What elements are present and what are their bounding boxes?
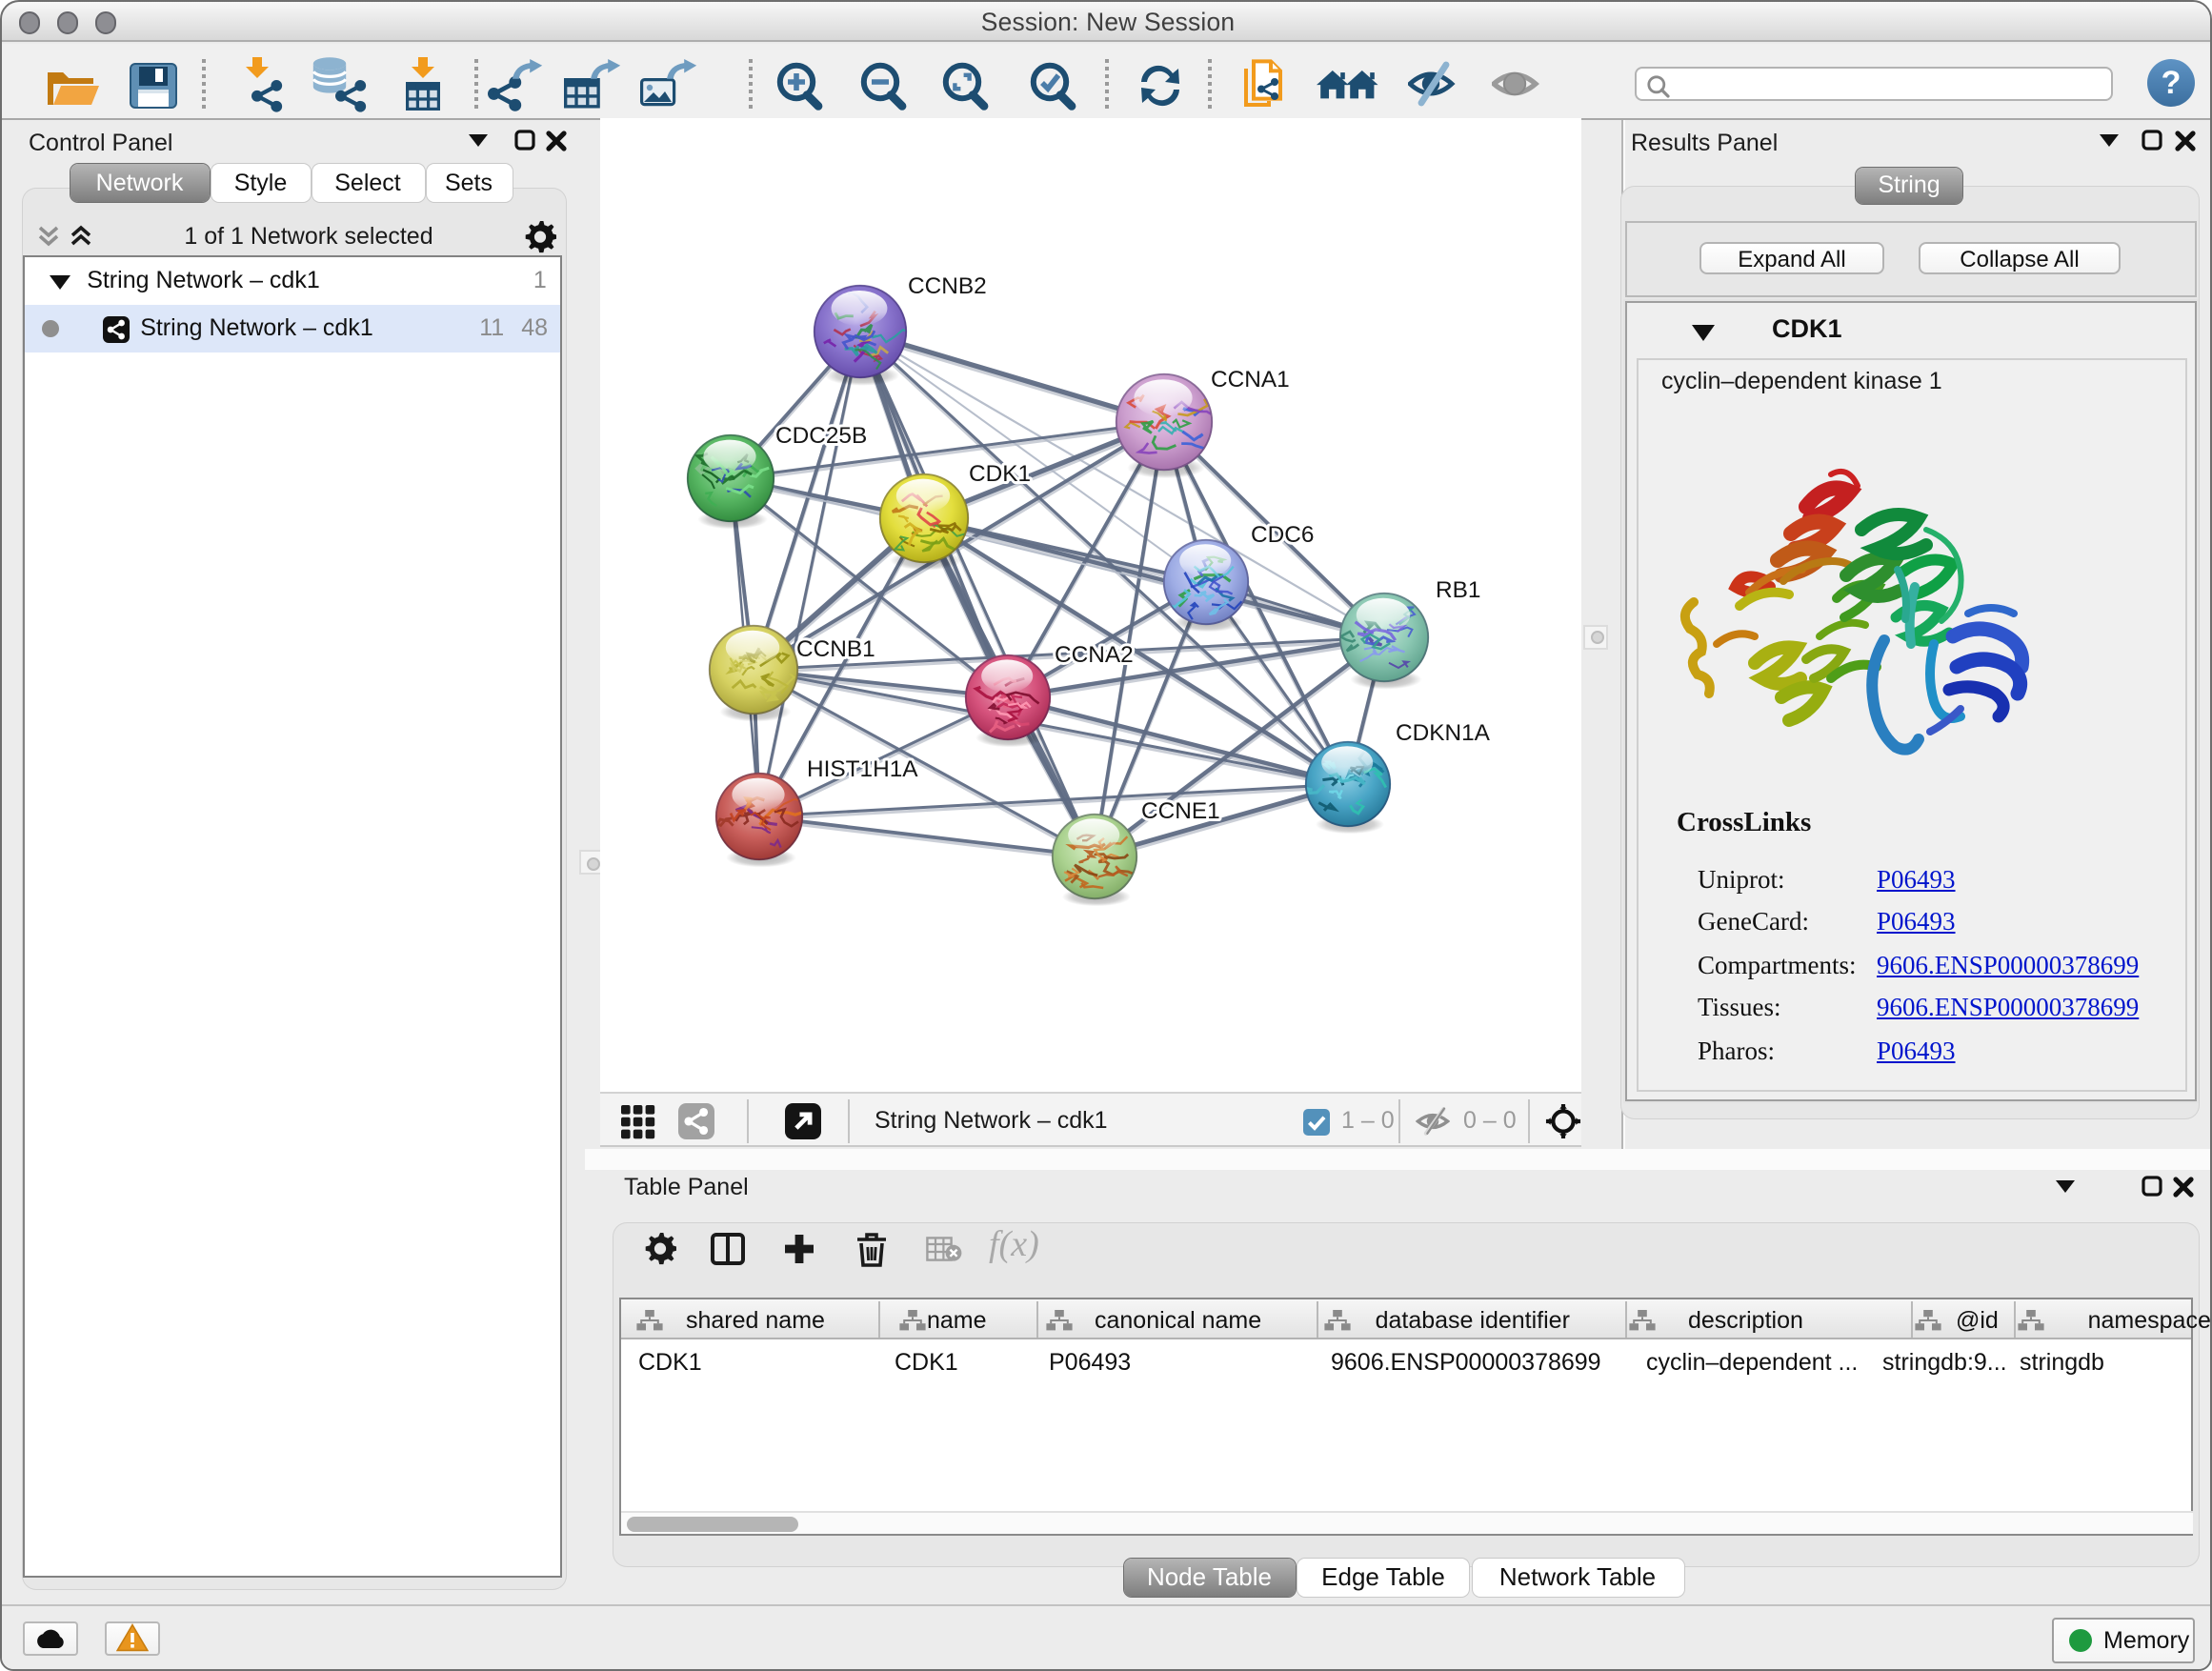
svg-text:CDC6: CDC6: [1251, 522, 1314, 548]
svg-text:CCNB1: CCNB1: [796, 636, 875, 662]
svg-text:CCNA2: CCNA2: [1055, 642, 1134, 668]
svg-text:HIST1H1A: HIST1H1A: [807, 756, 918, 782]
svg-text:CCNB2: CCNB2: [908, 273, 987, 299]
svg-text:CCNA1: CCNA1: [1211, 367, 1290, 393]
svg-text:CCNE1: CCNE1: [1141, 798, 1220, 824]
svg-text:CDKN1A: CDKN1A: [1396, 720, 1491, 746]
svg-text:CDC25B: CDC25B: [775, 423, 867, 449]
svg-text:CDK1: CDK1: [969, 461, 1031, 487]
svg-text:RB1: RB1: [1436, 577, 1480, 603]
